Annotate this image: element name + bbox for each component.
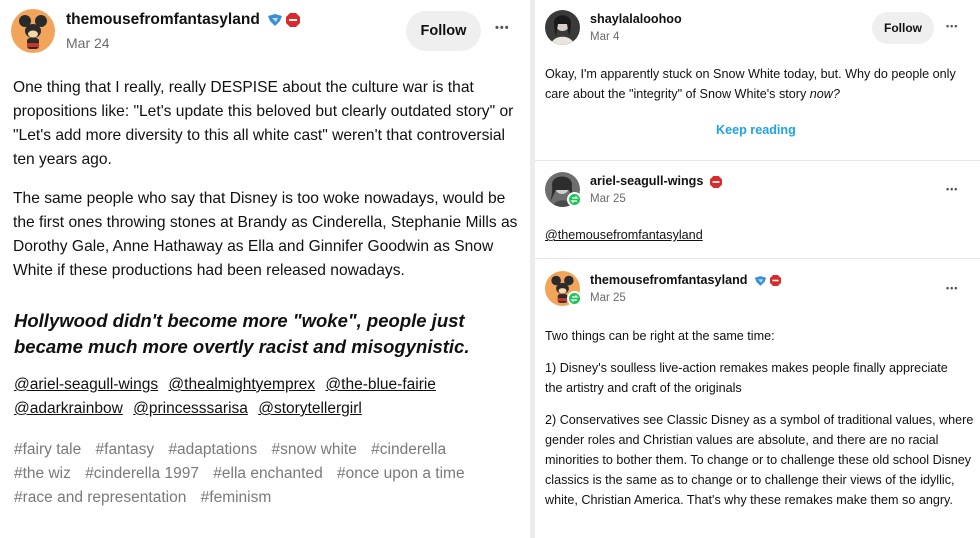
post-right: shaylalaloohoo Mar 4 Follow ••• Okay, I'… — [535, 0, 980, 538]
tag[interactable]: #feminism — [201, 489, 272, 506]
post-date: Mar 25 — [590, 292, 626, 304]
divider — [535, 258, 980, 259]
mention-link[interactable]: @ariel-seagull-wings — [14, 376, 158, 393]
mentions-list: @ariel-seagull-wings @thealmightyemprex … — [14, 373, 519, 421]
reblog-paragraph-3: 2) Conservatives see Classic Disney as a… — [545, 413, 974, 507]
post-left: themousefromfantasyland Mar 24 Follow ••… — [0, 0, 530, 538]
post-paragraph-1: One thing that I really, really DESPISE … — [13, 79, 514, 168]
red-badge-icon — [709, 175, 722, 188]
keep-reading-link[interactable]: Keep reading — [716, 123, 796, 137]
reblog-icon — [567, 291, 582, 306]
blue-badge-icon — [754, 275, 767, 286]
post-date: Mar 24 — [66, 35, 110, 51]
post-date: Mar 4 — [590, 31, 620, 43]
more-options-icon[interactable]: ••• — [946, 184, 958, 194]
red-badge-icon — [769, 275, 781, 287]
tag[interactable]: #snow white — [272, 441, 357, 458]
more-options-icon[interactable]: ••• — [946, 21, 958, 31]
blog-name[interactable]: themousefromfantasyland — [590, 273, 781, 287]
mention-link[interactable]: @thealmightyemprex — [168, 376, 315, 393]
follow-button[interactable]: Follow — [406, 11, 481, 51]
mention-link[interactable]: @themousefromfantasyland — [545, 228, 703, 242]
avatar-shaylalaloohoo[interactable] — [545, 10, 580, 45]
mention-link[interactable]: @the-blue-fairie — [325, 376, 436, 393]
mouse-avatar-icon — [11, 9, 55, 53]
avatar-themousefromfantasyland[interactable] — [11, 9, 55, 53]
divider — [535, 160, 980, 161]
tag[interactable]: #ella enchanted — [213, 465, 322, 482]
post-paragraph-2: The same people who say that Disney is t… — [13, 190, 518, 279]
tags-list: #fairy tale #fantasy #adaptations #snow … — [14, 438, 519, 510]
more-options-icon[interactable]: ••• — [946, 283, 958, 293]
blog-name[interactable]: ariel-seagull-wings — [590, 174, 722, 188]
tag[interactable]: #once upon a time — [337, 465, 465, 482]
reblog-paragraph-1: Two things can be right at the same time… — [545, 329, 775, 343]
reblog-icon — [567, 192, 582, 207]
follow-button[interactable]: Follow — [872, 12, 934, 44]
tag[interactable]: #adaptations — [168, 441, 257, 458]
post-date: Mar 25 — [590, 193, 626, 205]
blue-badge-icon — [268, 13, 283, 26]
post-text: Okay, I'm apparently stuck on Snow White… — [545, 67, 956, 101]
tag[interactable]: #fantasy — [96, 441, 155, 458]
mention-link[interactable]: @adarkrainbow — [14, 400, 123, 417]
more-options-icon[interactable]: ••• — [495, 22, 510, 34]
red-badge-icon — [286, 12, 301, 27]
tag[interactable]: #race and representation — [14, 489, 186, 506]
portrait-avatar-icon — [545, 10, 580, 45]
mention-link[interactable]: @princesssarisa — [133, 400, 248, 417]
tag[interactable]: #cinderella — [371, 441, 446, 458]
tag[interactable]: #cinderella 1997 — [85, 465, 199, 482]
reblog-paragraph-2: 1) Disney's soulless live-action remakes… — [545, 361, 948, 395]
mention-link[interactable]: @storytellergirl — [258, 400, 362, 417]
blog-name[interactable]: themousefromfantasyland — [66, 11, 301, 29]
quote-text: Hollywood didn't become more "woke", peo… — [14, 310, 470, 357]
tag[interactable]: #fairy tale — [14, 441, 81, 458]
tag[interactable]: #the wiz — [14, 465, 71, 482]
blog-name[interactable]: shaylalaloohoo — [590, 12, 682, 26]
